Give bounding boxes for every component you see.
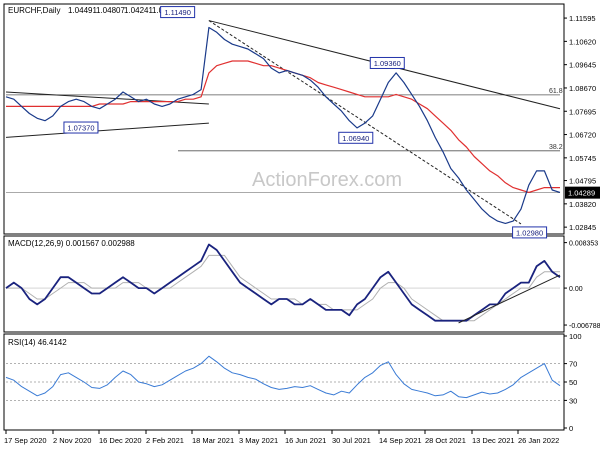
ohlc-high: 1.04807 (96, 6, 125, 15)
macd-panel-frame (3, 235, 565, 333)
x-axis-tick-label: 30 Jul 2021 (332, 436, 371, 445)
price-panel-title: EURCHF,Daily (8, 6, 60, 15)
ohlc-open: 1.04491 (68, 6, 97, 15)
fib-level-label: 61.8 (549, 88, 563, 95)
rsi-panel-title: RSI(14) 46.4142 (8, 338, 67, 347)
fib-level-label: 38.2 (549, 144, 563, 151)
x-axis-tick-label: 26 Jan 2022 (518, 436, 559, 445)
macd-y-tick-label: -0.006788 (569, 323, 600, 330)
rsi-y-tick-label: 100 (569, 332, 582, 341)
x-axis-layer: 17 Sep 2020 2 Nov 2020 16 Dec 2020 2 Feb 20… (4, 430, 559, 445)
macd-y-tick-label: 0.008353 (569, 241, 598, 248)
x-axis-tick-label: 18 Mar 2021 (192, 436, 234, 445)
price-y-tick-label: 1.03820 (569, 200, 596, 209)
macd-panel-title: MACD(12,26,9) 0.001567 0.002988 (8, 239, 135, 248)
ohlc-low: 1.04241 (124, 6, 153, 15)
price-annotation-label: 1.02980 (516, 228, 543, 237)
price-annotations-layer: 1.11490 1.07370 1.09360 1.06940 1.02980 (63, 6, 548, 239)
price-y-tick-label: 1.08670 (569, 84, 596, 93)
price-y-tick-label: 1.09645 (569, 61, 596, 70)
price-annotation-label: 1.09360 (374, 59, 401, 68)
triangle-lower-trendline (5, 122, 209, 138)
x-axis-tick-label: 16 Jun 2021 (285, 436, 326, 445)
triangle-upper-trendline (5, 91, 209, 105)
chart-canvas: EURCHF,Daily 1.04491 1.04807 1.04241 1.0… (3, 3, 600, 445)
rsi-y-tick-label: 50 (569, 378, 577, 387)
x-axis-tick-label: 28 Oct 2021 (425, 436, 466, 445)
macd-support-trendline (458, 274, 561, 324)
price-y-tick-label: 1.02845 (569, 223, 596, 232)
price-y-tick-label: 1.10620 (569, 37, 596, 46)
watermark: ActionForex.com (252, 169, 402, 191)
price-axis-ticks: 1.11595 1.10620 1.09645 1.08670 1.07695 1.067… (564, 14, 600, 232)
x-axis-tick-label: 16 Dec 2020 (99, 436, 142, 445)
price-y-tick-label: 1.04795 (569, 177, 596, 186)
x-axis-tick-label: 17 Sep 2020 (4, 436, 47, 445)
dashed-trend-channel (208, 20, 522, 225)
macd-layer: 0.008353 0.00 -0.006788 (5, 241, 600, 330)
x-axis-tick-label: 14 Sep 2021 (379, 436, 422, 445)
price-annotation-label: 1.11490 (164, 8, 191, 17)
price-annotation-label: 1.07370 (67, 124, 94, 133)
x-axis-tick-label: 2 Feb 2021 (146, 436, 184, 445)
current-price-tag-label: 1.04289 (568, 189, 595, 198)
price-annotation-label: 1.06940 (342, 134, 369, 143)
rsi-line (5, 355, 561, 399)
price-panel-frame (3, 3, 565, 235)
rsi-y-tick-label: 30 (569, 396, 577, 405)
price-y-tick-label: 1.06720 (569, 131, 596, 140)
rsi-y-tick-label: 70 (569, 360, 577, 369)
macd-y-tick-label: 0.00 (569, 286, 583, 293)
macd-line (5, 243, 561, 322)
price-y-tick-label: 1.05745 (569, 154, 596, 163)
rsi-y-tick-label: 0 (569, 424, 573, 433)
x-axis-tick-label: 13 Dec 2021 (472, 436, 515, 445)
rsi-layer: 100 70 50 30 0 (5, 332, 582, 433)
chart-window: EURCHF,Daily 1.04491 1.04807 1.04241 1.0… (0, 0, 600, 450)
price-y-tick-label: 1.11595 (569, 14, 596, 23)
price-y-tick-label: 1.07695 (569, 107, 596, 116)
x-axis-tick-label: 2 Nov 2020 (53, 436, 91, 445)
x-axis-tick-label: 3 May 2021 (239, 436, 278, 445)
